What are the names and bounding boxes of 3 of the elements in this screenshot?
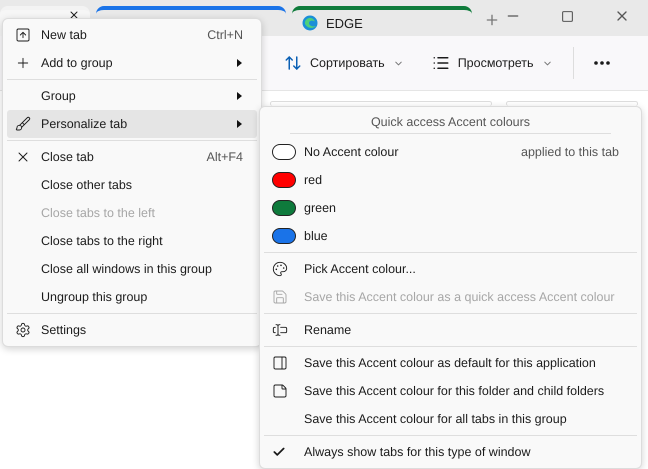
menu-note: applied to this tab — [521, 145, 619, 159]
tab-title: EDGE — [326, 16, 363, 30]
menu-header: Quick access Accent colours — [370, 114, 532, 131]
